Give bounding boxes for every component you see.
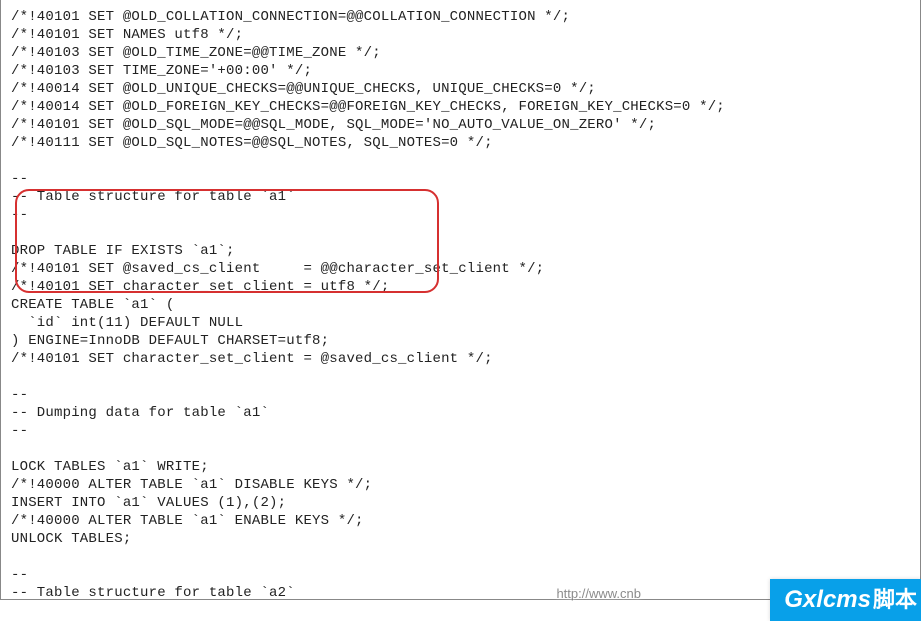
code-viewer-panel: /*!40101 SET @OLD_COLLATION_CONNECTION=@… <box>0 0 921 600</box>
logo-text-en: Gxlcms <box>784 586 871 613</box>
site-logo-strip: Gxlcms脚本 <box>770 579 921 621</box>
watermark-source-text: http://www.cnb <box>556 586 641 601</box>
logo-text-cn: 脚本 <box>873 587 917 612</box>
sql-code-block: /*!40101 SET @OLD_COLLATION_CONNECTION=@… <box>11 8 910 600</box>
